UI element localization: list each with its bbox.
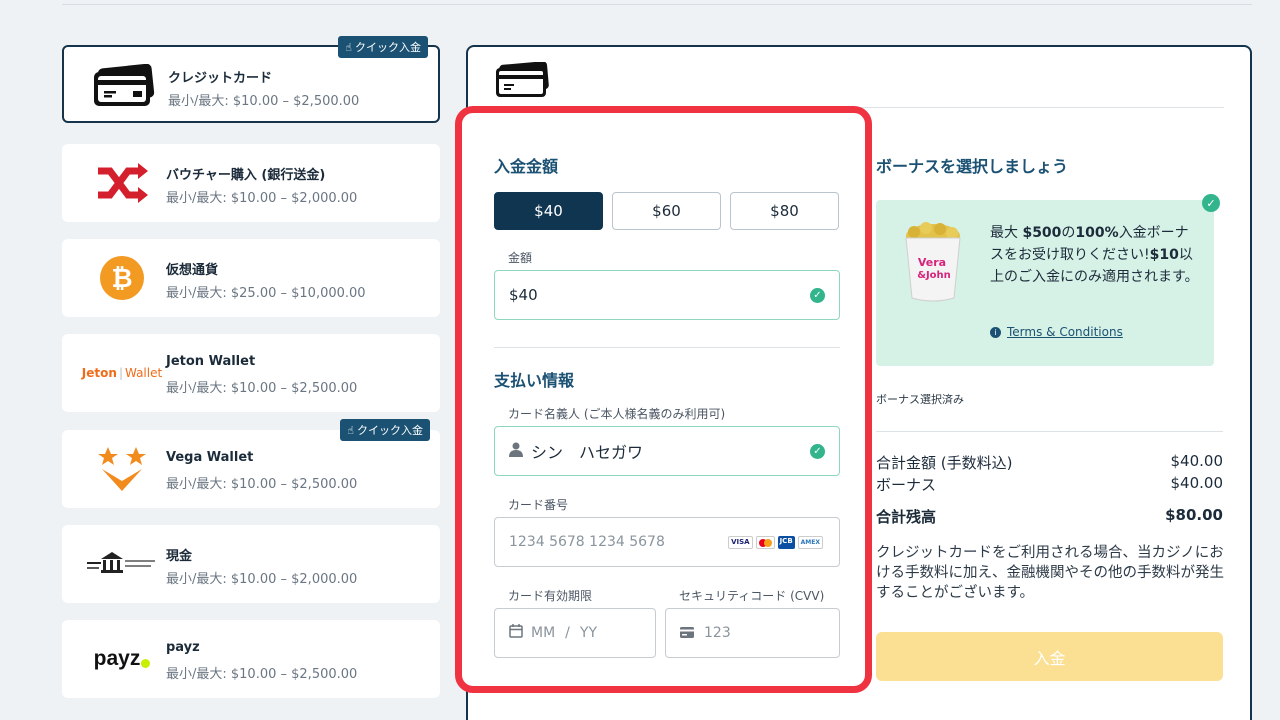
visa-icon: VISA [728, 536, 753, 549]
user-icon [509, 442, 523, 461]
method-voucher[interactable]: バウチャー購入 (銀行送金) 最小/最大: $10.00 – $2,000.00 [62, 144, 440, 222]
credit-card-icon [494, 61, 550, 102]
summary-bonus-row: ボーナス $40.00 [876, 474, 1223, 494]
popcorn-bucket-icon: Vera &John [902, 222, 964, 308]
card-brands: VISA JCB AMEX [728, 536, 823, 549]
quick-deposit-badge: ☝ クイック入金 [340, 419, 430, 441]
method-name: バウチャー購入 (銀行送金) [166, 168, 326, 183]
check-icon: ✓ [1202, 194, 1220, 212]
method-payz[interactable]: payz payz 最小/最大: $10.00 – $2,500.00 [62, 620, 440, 698]
method-jeton[interactable]: Jeton | Wallet Jeton Wallet 最小/最大: $10.0… [62, 334, 440, 412]
vega-wallet-icon [76, 444, 168, 494]
summary-divider [876, 431, 1223, 432]
cardholder-input[interactable]: シン ハセガワ ✓ [494, 426, 840, 476]
mastercard-icon [755, 536, 775, 549]
bonus-logo-text: &John [917, 270, 951, 281]
top-divider [62, 4, 1252, 5]
amex-icon: AMEX [797, 536, 823, 549]
shuffle-icon [76, 158, 168, 208]
method-limit: 最小/最大: $10.00 – $2,000.00 [166, 572, 358, 587]
method-cash[interactable]: 現金 最小/最大: $10.00 – $2,000.00 [62, 525, 440, 603]
deposit-amount-title: 入金金額 [494, 157, 559, 176]
method-name: payz [166, 640, 200, 655]
terms-link[interactable]: i Terms & Conditions [990, 325, 1123, 339]
calendar-icon [509, 624, 523, 642]
cvv-label: セキュリティコード (CVV) [679, 589, 825, 603]
cardholder-label: カード名義人 (ご本人様名義のみ利用可) [508, 407, 726, 421]
payment-info-title: 支払い情報 [494, 371, 575, 390]
bonus-title: ボーナスを選択しましょう [876, 157, 1069, 176]
expiry-input[interactable]: MM / YY [494, 608, 656, 658]
jcb-icon: JCB [777, 536, 795, 549]
jeton-logo: Jeton | Wallet [81, 366, 163, 380]
method-limit: 最小/最大: $10.00 – $2,500.00 [168, 94, 360, 109]
method-limit: 最小/最大: $10.00 – $2,500.00 [166, 477, 358, 492]
card-small-icon [680, 624, 694, 642]
method-limit: 最小/最大: $10.00 – $2,500.00 [166, 667, 358, 682]
bonus-description: 最大 $500の100%入金ボーナスをお受け取りください!$10以上のご入金にの… [990, 225, 1199, 285]
deposit-button[interactable]: 入金 [876, 632, 1223, 681]
amount-input[interactable]: $40 ✓ [494, 270, 840, 320]
preset-60-button[interactable]: $60 [612, 192, 721, 230]
method-limit: 最小/最大: $10.00 – $2,000.00 [166, 191, 358, 206]
summary-total-row: 合計金額 (手数料込) $40.00 [876, 452, 1223, 472]
bonus-logo-text: Vera [918, 256, 946, 269]
info-icon: i [990, 326, 1001, 338]
method-name: Jeton Wallet [166, 354, 256, 369]
method-name: 現金 [166, 549, 193, 564]
hand-icon: ☝ [347, 423, 354, 437]
bonus-selected-text: ボーナス選択済み [876, 393, 964, 406]
cvv-input[interactable]: 123 [665, 608, 840, 658]
preset-80-button[interactable]: $80 [730, 192, 839, 230]
payz-logo: payz [76, 634, 168, 684]
expiry-label: カード有効期限 [508, 589, 593, 603]
method-limit: 最小/最大: $25.00 – $10,000.00 [166, 286, 366, 301]
method-vega-wallet[interactable]: Vega Wallet 最小/最大: $10.00 – $2,500.00 ☝ … [62, 419, 440, 508]
check-icon: ✓ [810, 444, 825, 459]
svg-text:₿: ₿ [111, 264, 132, 294]
bonus-option[interactable]: Vera &John 最大 $500の100%入金ボーナスをお受け取りください!… [876, 200, 1214, 366]
form-divider [494, 347, 840, 348]
fee-note: クレジットカードをご利用される場合、当カジノにおける手数料に加え、金融機関やその… [876, 545, 1224, 601]
method-limit: 最小/最大: $10.00 – $2,500.00 [166, 381, 358, 396]
dot-icon [141, 658, 151, 668]
method-credit-card[interactable]: クレジットカード 最小/最大: $10.00 – $2,500.00 ☝ クイッ… [62, 36, 440, 123]
method-crypto[interactable]: ₿ 仮想通貨 最小/最大: $25.00 – $10,000.00 [62, 239, 440, 317]
card-number-label: カード番号 [508, 498, 569, 512]
quick-deposit-badge: ☝ クイック入金 [338, 36, 428, 58]
method-name: Vega Wallet [166, 450, 254, 465]
amount-label: 金額 [508, 251, 533, 265]
check-icon: ✓ [810, 288, 825, 303]
method-name: クレジットカード [168, 71, 273, 86]
summary-balance-row: 合計残高 $80.00 [876, 506, 1223, 526]
method-name: 仮想通貨 [166, 263, 219, 278]
hand-icon: ☝ [345, 40, 352, 54]
card-number-input[interactable]: 1234 5678 1234 5678 VISA JCB AMEX [494, 517, 840, 567]
credit-card-icon [78, 61, 170, 111]
bitcoin-icon: ₿ [76, 253, 168, 303]
preset-40-button[interactable]: $40 [494, 192, 603, 230]
bank-icon [76, 539, 168, 589]
